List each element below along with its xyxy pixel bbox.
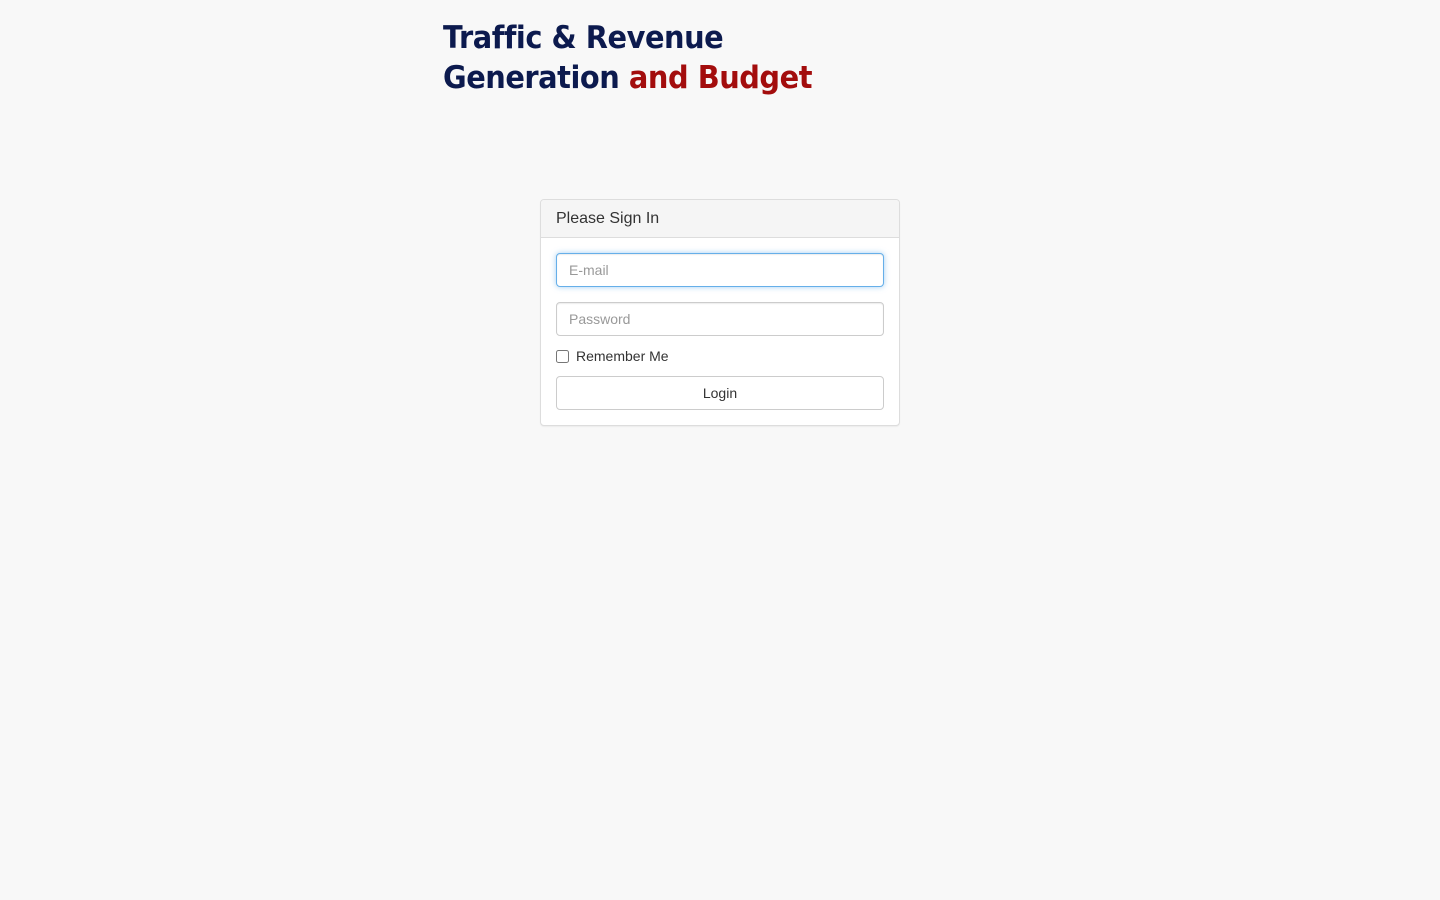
- app-title: Traffic & Revenue Generation and Budget: [443, 18, 908, 98]
- remember-me-label[interactable]: Remember Me: [576, 346, 669, 366]
- password-group: [556, 302, 884, 336]
- page: Traffic & Revenue Generation and Budget …: [0, 0, 1440, 900]
- login-panel-heading: Please Sign In: [541, 200, 899, 238]
- remember-me-checkbox[interactable]: [556, 349, 569, 363]
- login-button[interactable]: Login: [556, 376, 884, 410]
- login-panel: Please Sign In Remember Me Login: [540, 199, 900, 426]
- email-group: [556, 253, 884, 287]
- password-input[interactable]: [556, 302, 884, 336]
- app-title-accent: and Budget: [628, 60, 813, 96]
- login-panel-title: Please Sign In: [556, 210, 660, 227]
- email-input[interactable]: [556, 253, 884, 287]
- remember-me-row: Remember Me: [556, 346, 884, 366]
- login-form: Remember Me Login: [541, 238, 899, 425]
